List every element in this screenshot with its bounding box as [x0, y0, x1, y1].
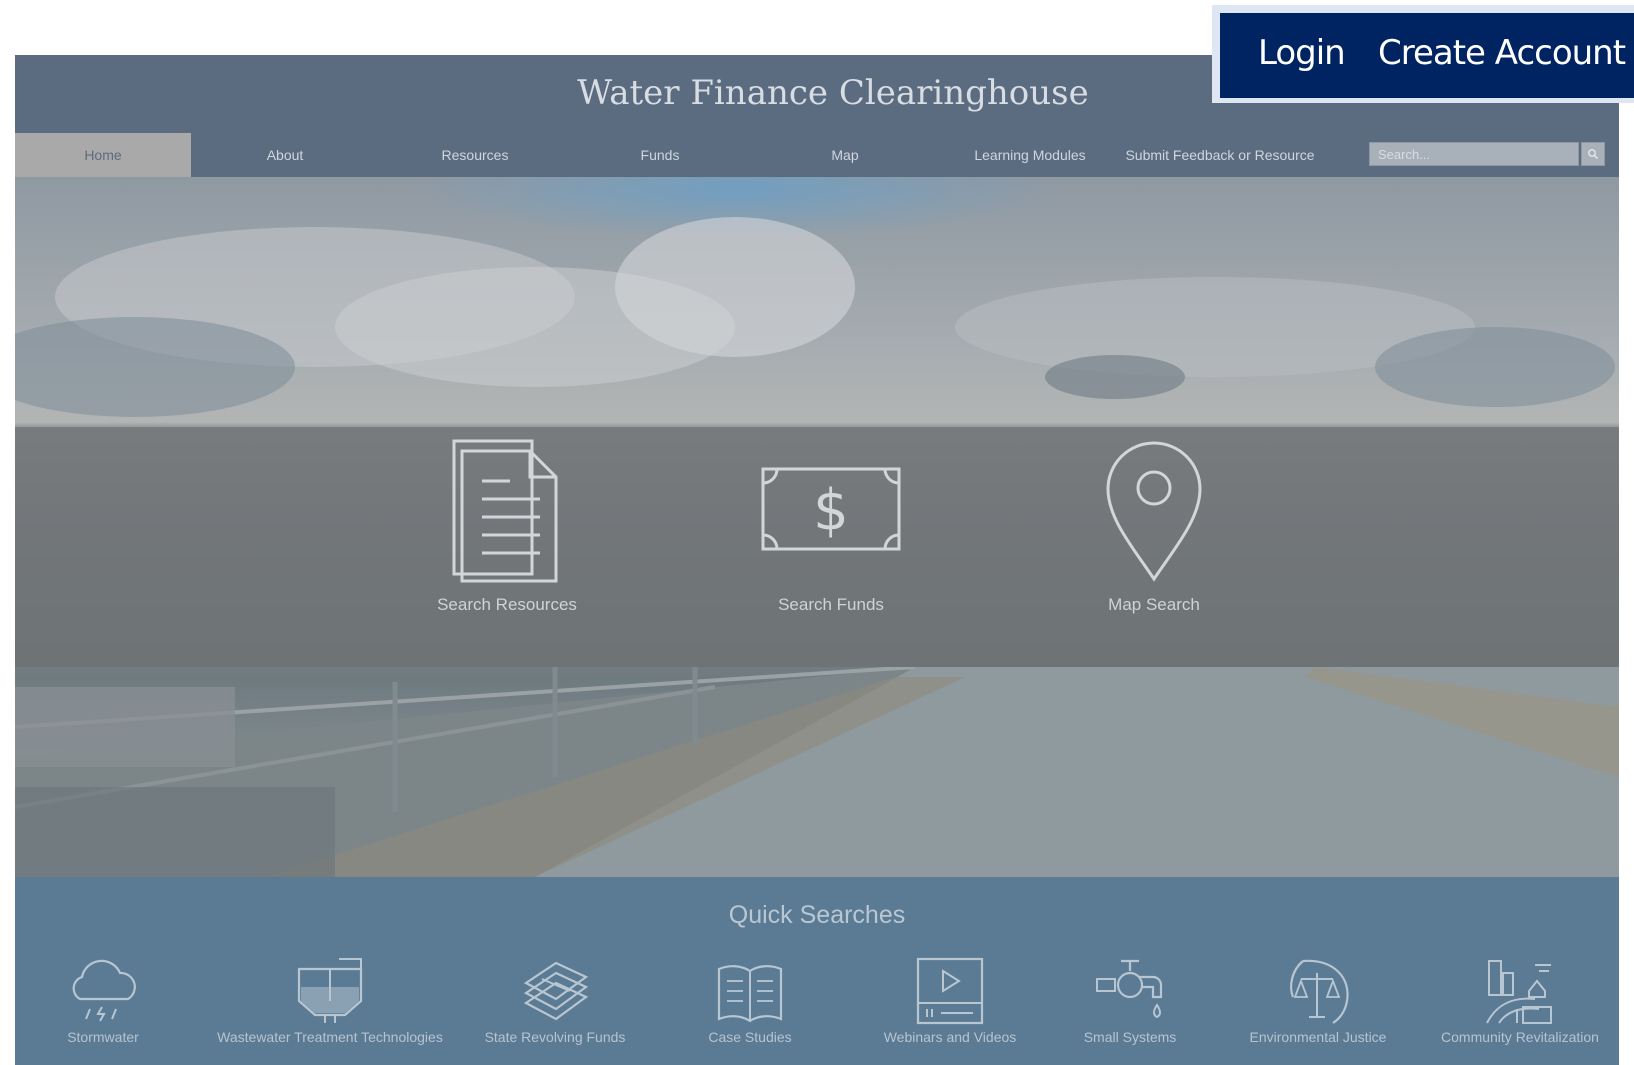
- search-icon: [1588, 149, 1599, 160]
- quick-small-systems-label: Small Systems: [1083, 1029, 1177, 1045]
- nav-about[interactable]: About: [205, 133, 365, 177]
- map-search-label: Map Search: [1108, 595, 1200, 614]
- nav-submit-feedback[interactable]: Submit Feedback or Resource: [1115, 133, 1325, 177]
- quick-searches-section: Quick Searches Stormwater Wastewater Tre…: [15, 877, 1619, 1065]
- account-panel: Login Create Account: [1212, 5, 1634, 103]
- quick-state-revolving-funds[interactable]: State Revolving Funds: [480, 957, 630, 1045]
- community-icon: [1486, 960, 1552, 1024]
- money-stack-icon: [523, 961, 589, 1021]
- quick-community-revitalization[interactable]: Community Revitalization: [1435, 957, 1605, 1045]
- login-link[interactable]: Login: [1258, 33, 1346, 73]
- open-book-icon: [717, 965, 783, 1023]
- quick-case-studies[interactable]: Case Studies: [695, 957, 805, 1045]
- quick-webinars-videos-label: Webinars and Videos: [883, 1029, 1017, 1045]
- search-resources-label: Search Resources: [437, 595, 577, 614]
- quick-case-studies-label: Case Studies: [708, 1029, 792, 1045]
- hero-banner: Search Resources $ Search Funds Map Sear…: [15, 177, 1619, 877]
- quick-wastewater[interactable]: Wastewater Treatment Technologies: [215, 957, 445, 1045]
- quick-webinars-videos[interactable]: Webinars and Videos: [875, 957, 1025, 1045]
- create-account-link[interactable]: Create Account: [1378, 33, 1626, 73]
- storm-cloud-icon: [72, 959, 136, 1022]
- map-pin-icon: [1106, 441, 1202, 582]
- quick-wastewater-label: Wastewater Treatment Technologies: [217, 1029, 443, 1045]
- quick-small-systems[interactable]: Small Systems: [1075, 957, 1185, 1045]
- svg-text:$: $: [813, 478, 849, 543]
- nav-map[interactable]: Map: [755, 133, 935, 177]
- nav-resources[interactable]: Resources: [395, 133, 555, 177]
- account-bar: Login Create Account: [1220, 13, 1634, 98]
- video-player-icon: [916, 957, 984, 1025]
- document-icon: [452, 439, 558, 583]
- dollar-bill-icon: $: [761, 467, 901, 551]
- quick-community-revitalization-label: Community Revitalization: [1441, 1029, 1599, 1045]
- search-button[interactable]: [1581, 142, 1605, 166]
- faucet-icon: [1096, 959, 1163, 1019]
- quick-stormwater[interactable]: Stormwater: [53, 957, 153, 1045]
- sky-clouds-image: [15, 177, 1619, 427]
- quick-stormwater-label: Stormwater: [67, 1029, 139, 1045]
- quick-environmental-justice[interactable]: Environmental Justice: [1243, 957, 1393, 1045]
- nav-learning-modules[interactable]: Learning Modules: [940, 133, 1120, 177]
- search-funds-link[interactable]: $ Search Funds: [711, 439, 951, 615]
- nav-funds[interactable]: Funds: [580, 133, 740, 177]
- search-funds-label: Search Funds: [778, 595, 884, 614]
- main-nav: Home About Resources Funds Map Learning …: [15, 133, 1619, 177]
- map-search-link[interactable]: Map Search: [1034, 439, 1274, 615]
- scales-icon: [1290, 959, 1349, 1024]
- search-input[interactable]: [1369, 142, 1579, 166]
- quick-environmental-justice-label: Environmental Justice: [1249, 1029, 1387, 1045]
- site-container: Water Finance Clearinghouse Home About R…: [15, 55, 1619, 1065]
- treatment-tank-icon: [297, 958, 363, 1023]
- nav-home[interactable]: Home: [15, 133, 191, 177]
- water-basin-image: [15, 667, 1619, 877]
- quick-searches-title: Quick Searches: [728, 901, 906, 929]
- search-resources-link[interactable]: Search Resources: [387, 439, 627, 615]
- quick-state-revolving-funds-label: State Revolving Funds: [484, 1029, 626, 1045]
